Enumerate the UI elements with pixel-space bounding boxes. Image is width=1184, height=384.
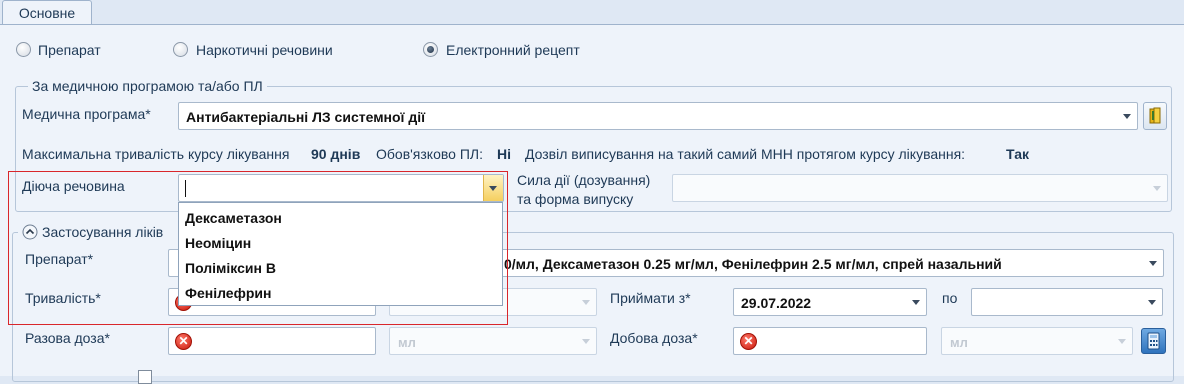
radio-e-prescription[interactable] [423,42,438,57]
radio-drug-label[interactable]: Препарат [38,42,101,58]
chevron-down-icon [1153,186,1161,191]
allow-label: Дозвіл виписування на такий самий МНН пр… [525,146,966,162]
x-circle-icon: ✕ [175,333,192,350]
single-dose-unit-placeholder: мл [398,335,416,350]
allow-value: Так [1006,146,1029,162]
chevron-down-icon [582,300,590,305]
take-to-date[interactable] [971,288,1163,316]
program-group-legend: За медичною програмою та/або ПЛ [28,78,267,94]
calculator-icon [1147,332,1160,350]
calculator-button[interactable] [1141,328,1166,354]
radio-narcotic[interactable] [173,42,188,57]
max-duration-value: 90 днів [311,146,361,162]
radio-drug[interactable] [16,42,31,57]
strength-label-line1: Сила дії (дозування) [517,172,651,188]
take-from-value: 29.07.2022 [741,295,812,311]
book-button[interactable] [1143,102,1167,130]
daily-dose-label: Добова доза* [610,330,698,346]
chevron-down-icon [1118,339,1126,344]
max-duration-label: Максимальна тривалість курсу лікування [22,146,290,162]
single-dose-label: Разова доза* [25,330,110,346]
highlight-rectangle [8,171,508,325]
chevron-down-icon [1148,300,1156,305]
strength-label-line2: та форма випуску [517,191,634,207]
checkbox[interactable] [138,370,152,384]
take-from-date[interactable]: 29.07.2022 [733,288,927,316]
chevron-down-icon [912,300,920,305]
single-dose-unit-select[interactable]: мл [389,327,597,355]
chevron-down-icon [582,339,590,344]
take-from-label: Приймати з* [610,290,691,306]
radio-narcotic-label[interactable]: Наркотичні речовини [196,42,333,58]
program-select[interactable]: Антибактеріальні ЛЗ системної дії [178,102,1138,130]
book-icon [1149,107,1161,124]
strength-select[interactable] [672,174,1168,202]
single-dose-input[interactable]: ✕ [168,327,376,355]
drug-value: 0/мл, Дексаметазон 0.25 мг/мл, Фенілефри… [504,256,1002,272]
chevron-down-icon [1123,114,1131,119]
daily-dose-unit-select[interactable]: мл [941,327,1133,355]
program-value: Антибактеріальні ЛЗ системної дії [186,109,426,125]
checkbox-label-partial [25,371,125,376]
chevron-down-icon [1149,261,1157,266]
required-pl-label: Обов'язково ПЛ: [376,146,483,162]
daily-dose-unit-placeholder: мл [950,335,968,350]
daily-dose-input[interactable]: ✕ [733,327,927,355]
program-label: Медична програма* [22,106,151,122]
required-pl-value: Ні [497,146,511,162]
tab-main[interactable]: Основне [2,0,92,25]
to-label: по [942,290,958,306]
radio-e-prescription-label[interactable]: Електронний рецепт [446,42,580,58]
x-circle-icon: ✕ [740,333,757,350]
